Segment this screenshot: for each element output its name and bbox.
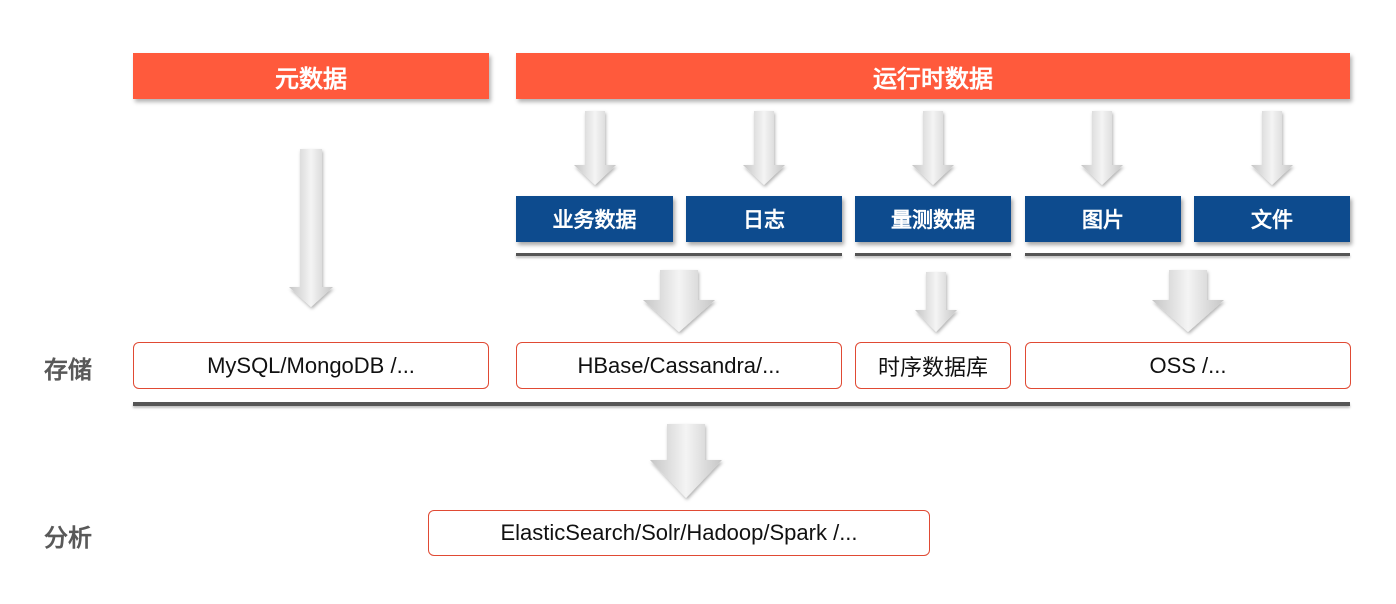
metadata-header: 元数据 bbox=[133, 53, 489, 99]
group-divider bbox=[855, 253, 1011, 256]
storage-oss-box: OSS /... bbox=[1025, 342, 1351, 389]
down-arrow-icon bbox=[915, 272, 957, 332]
down-arrow-icon bbox=[912, 111, 954, 185]
analysis-box: ElasticSearch/Solr/Hadoop/Spark /... bbox=[428, 510, 930, 556]
down-arrow-icon bbox=[743, 111, 785, 185]
down-arrow-icon bbox=[1152, 270, 1224, 332]
analysis-row-label: 分析 bbox=[44, 524, 92, 552]
category-images: 图片 bbox=[1025, 196, 1181, 242]
category-business-data: 业务数据 bbox=[516, 196, 673, 242]
down-arrow-icon bbox=[650, 424, 722, 498]
down-arrow-icon bbox=[1251, 111, 1293, 185]
storage-divider bbox=[133, 402, 1350, 406]
runtime-data-header: 运行时数据 bbox=[516, 53, 1350, 99]
down-arrow-icon bbox=[574, 111, 616, 185]
category-logs: 日志 bbox=[686, 196, 842, 242]
storage-row-label: 存储 bbox=[44, 356, 92, 384]
down-arrow-icon bbox=[289, 149, 333, 307]
category-files: 文件 bbox=[1194, 196, 1350, 242]
down-arrow-icon bbox=[1081, 111, 1123, 185]
group-divider bbox=[1025, 253, 1350, 256]
down-arrow-icon bbox=[643, 270, 715, 332]
category-measurement-data: 量测数据 bbox=[855, 196, 1011, 242]
group-divider bbox=[516, 253, 842, 256]
storage-tsdb-box: 时序数据库 bbox=[855, 342, 1011, 389]
storage-metadata-box: MySQL/MongoDB /... bbox=[133, 342, 489, 389]
storage-hbase-box: HBase/Cassandra/... bbox=[516, 342, 842, 389]
